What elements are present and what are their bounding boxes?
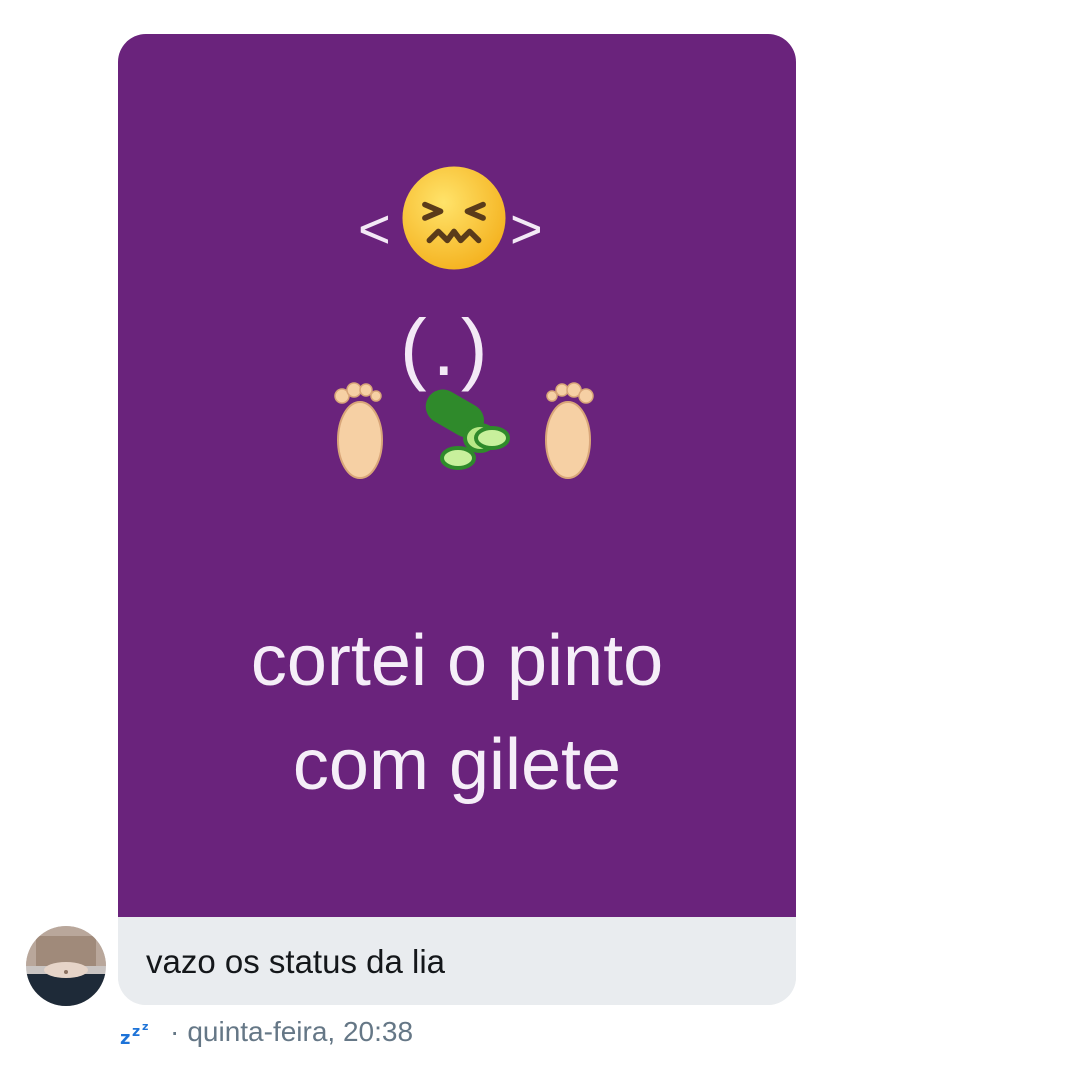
parens-text: (.)	[400, 303, 494, 392]
image-caption-line-1: cortei o pinto	[250, 621, 664, 701]
message-meta: z z z · quinta-feira, 20:38	[120, 1012, 413, 1052]
bracket-right-text: >	[510, 197, 543, 260]
left-foot-emoji-icon	[334, 382, 383, 479]
cucumber-emoji-icon	[425, 389, 510, 470]
bracket-left-text: <	[358, 197, 391, 260]
message-text: vazo os status da lia	[146, 943, 445, 980]
svg-text:z: z	[120, 1028, 130, 1048]
meta-separator: ·	[170, 1016, 180, 1047]
message-timestamp: quinta-feira, 20:38	[187, 1016, 414, 1047]
zzz-icon: z z z	[120, 1020, 148, 1048]
svg-text:z: z	[132, 1024, 140, 1040]
image-caption-line-2: com gilete	[292, 725, 622, 805]
right-foot-emoji-icon	[545, 382, 594, 479]
avatar-image	[26, 926, 106, 1006]
message-image[interactable]: < > (.) cortei o pinto com gilete	[118, 34, 796, 917]
avatar[interactable]	[26, 926, 106, 1006]
dm-conversation: < > (.) cortei o pinto com gilete vazo o…	[0, 0, 1080, 1080]
svg-text:z: z	[142, 1020, 148, 1033]
confounded-face-emoji-icon	[402, 166, 506, 270]
message-text-bar: vazo os status da lia	[118, 917, 796, 1005]
message-bubble[interactable]: < > (.) cortei o pinto com gilete vazo o…	[118, 34, 796, 1005]
